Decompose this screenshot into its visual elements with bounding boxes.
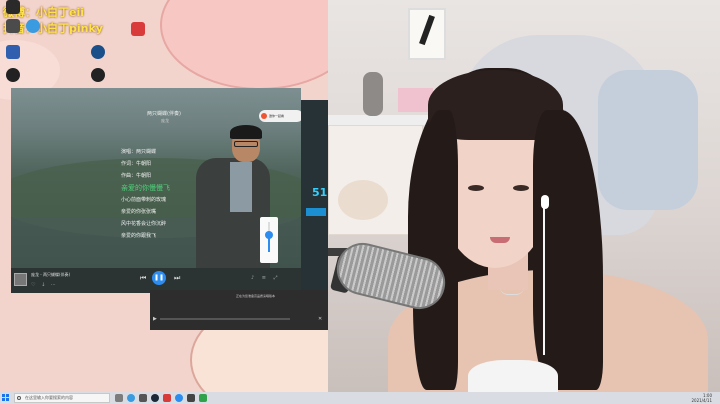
side-panel-button[interactable] <box>306 208 326 216</box>
app-icon <box>6 68 20 82</box>
app-icon <box>91 68 105 82</box>
streamer-eye <box>468 185 484 191</box>
lyric-line: 小心前面带刺的玫瑰 <box>121 197 167 203</box>
next-icon[interactable]: ⏭ <box>174 274 180 283</box>
webcam-feed <box>328 0 720 392</box>
cup <box>468 360 558 392</box>
music-video-player: 两只蝴蝶(伴奏) 庞龙 演唱：两只蝴蝶 作词：牛朝阳 作曲：牛朝阳 亲爱的你慢慢… <box>11 88 301 293</box>
windows-taskbar: 在这里输入你要搜索的内容 1:00 2021/4/11 <box>0 392 720 404</box>
streamer-eye <box>513 185 529 191</box>
clock-date: 2021/4/11 <box>691 398 712 403</box>
desktop-icon[interactable] <box>2 0 24 14</box>
player-mini-icons[interactable]: ♡ ↓ ⋯ <box>31 282 58 288</box>
lyric-line: 亲爱的你跟我飞 <box>121 233 157 239</box>
app-icon <box>6 45 20 59</box>
now-playing-text: 庞龙 - 两只蝴蝶(伴奏) <box>31 272 71 277</box>
score-number: 51 <box>312 186 328 199</box>
desktop-icon[interactable] <box>2 19 24 33</box>
lyric-line: 作词：牛朝阳 <box>121 161 152 167</box>
browser-icon <box>26 19 40 33</box>
lyric-line: 亲爱的你张张嘴 <box>121 209 157 215</box>
desktop-icon[interactable] <box>2 45 24 59</box>
lyric-line-active: 亲爱的你慢慢飞 <box>121 184 170 192</box>
watch-together-badge[interactable]: 邀你一起看 <box>259 110 301 122</box>
steam-icon[interactable] <box>151 394 159 402</box>
dialog-message: 正在为您准备高品质演唱版本 <box>236 294 276 298</box>
desktop-icon[interactable] <box>2 68 24 82</box>
close-icon[interactable]: ✕ <box>318 316 322 322</box>
app-icon[interactable] <box>187 394 195 402</box>
system-tray-clock[interactable]: 1:00 2021/4/11 <box>672 393 712 403</box>
windows-start-icon[interactable] <box>2 394 10 402</box>
app-icon <box>91 45 105 59</box>
recorder-icon <box>131 22 145 36</box>
karaoke-side-panel <box>301 100 328 300</box>
search-icon <box>17 396 21 400</box>
lyrics-list: 演唱：两只蝴蝶 作词：牛朝阳 作曲：牛朝阳 亲爱的你慢慢飞 小心前面带刺的玫瑰 … <box>121 146 211 242</box>
desktop-area: 微博：小白丁eii 抖音：小白丁pinky 51 两只蝴蝶(伴奏) 庞龙 演唱：… <box>0 0 328 392</box>
browser-icon[interactable] <box>127 394 135 402</box>
search-placeholder: 在这里输入你要搜索的内容 <box>25 395 73 400</box>
player-right-icons[interactable]: ♪ ≡ ⤢ <box>251 275 281 281</box>
room-vase <box>363 72 383 116</box>
room-hanging-shirt <box>598 70 698 210</box>
app-icon[interactable] <box>175 394 183 402</box>
wallpaper-cartoon-top <box>160 0 328 90</box>
volume-slider[interactable] <box>260 217 278 263</box>
app-icon <box>6 19 20 33</box>
taskbar-search-input[interactable]: 在这里输入你要搜索的内容 <box>14 393 110 403</box>
play-icon[interactable]: ▶ <box>153 316 157 322</box>
app-icon[interactable] <box>163 394 171 402</box>
desktop-icon[interactable] <box>87 45 109 59</box>
lyric-line: 风中花香会让你沉醉 <box>121 221 167 227</box>
song-title: 两只蝴蝶(伴奏) <box>147 111 181 117</box>
previous-icon[interactable]: ⏮ <box>140 274 146 283</box>
room-plush-bear <box>338 180 388 220</box>
lyric-line: 演唱：两只蝴蝶 <box>121 149 157 155</box>
video-frame: 两只蝴蝶(伴奏) 庞龙 演唱：两只蝴蝶 作词：牛朝阳 作曲：牛朝阳 亲爱的你慢慢… <box>11 88 301 270</box>
app-icon[interactable] <box>199 394 207 402</box>
earphone-wire <box>543 205 545 355</box>
streamer-mouth <box>490 237 510 243</box>
earphone <box>541 195 549 209</box>
volume-knob[interactable] <box>265 231 273 239</box>
album-art-thumbnail[interactable] <box>14 273 27 286</box>
store-icon[interactable] <box>139 394 147 402</box>
desktop-icon[interactable] <box>87 68 109 82</box>
song-artist: 庞龙 <box>161 118 169 123</box>
stream-screen: 微博：小白丁eii 抖音：小白丁pinky 51 两只蝴蝶(伴奏) 庞龙 演唱：… <box>0 0 720 404</box>
lyric-line: 作曲：牛朝阳 <box>121 173 152 179</box>
dialog-progress-bar[interactable] <box>160 318 290 320</box>
file-explorer-icon[interactable] <box>115 394 123 402</box>
app-icon <box>6 0 20 14</box>
pause-button[interactable]: ❚❚ <box>152 271 166 285</box>
desktop-icon[interactable] <box>127 22 149 36</box>
desktop-icon[interactable] <box>22 19 44 33</box>
